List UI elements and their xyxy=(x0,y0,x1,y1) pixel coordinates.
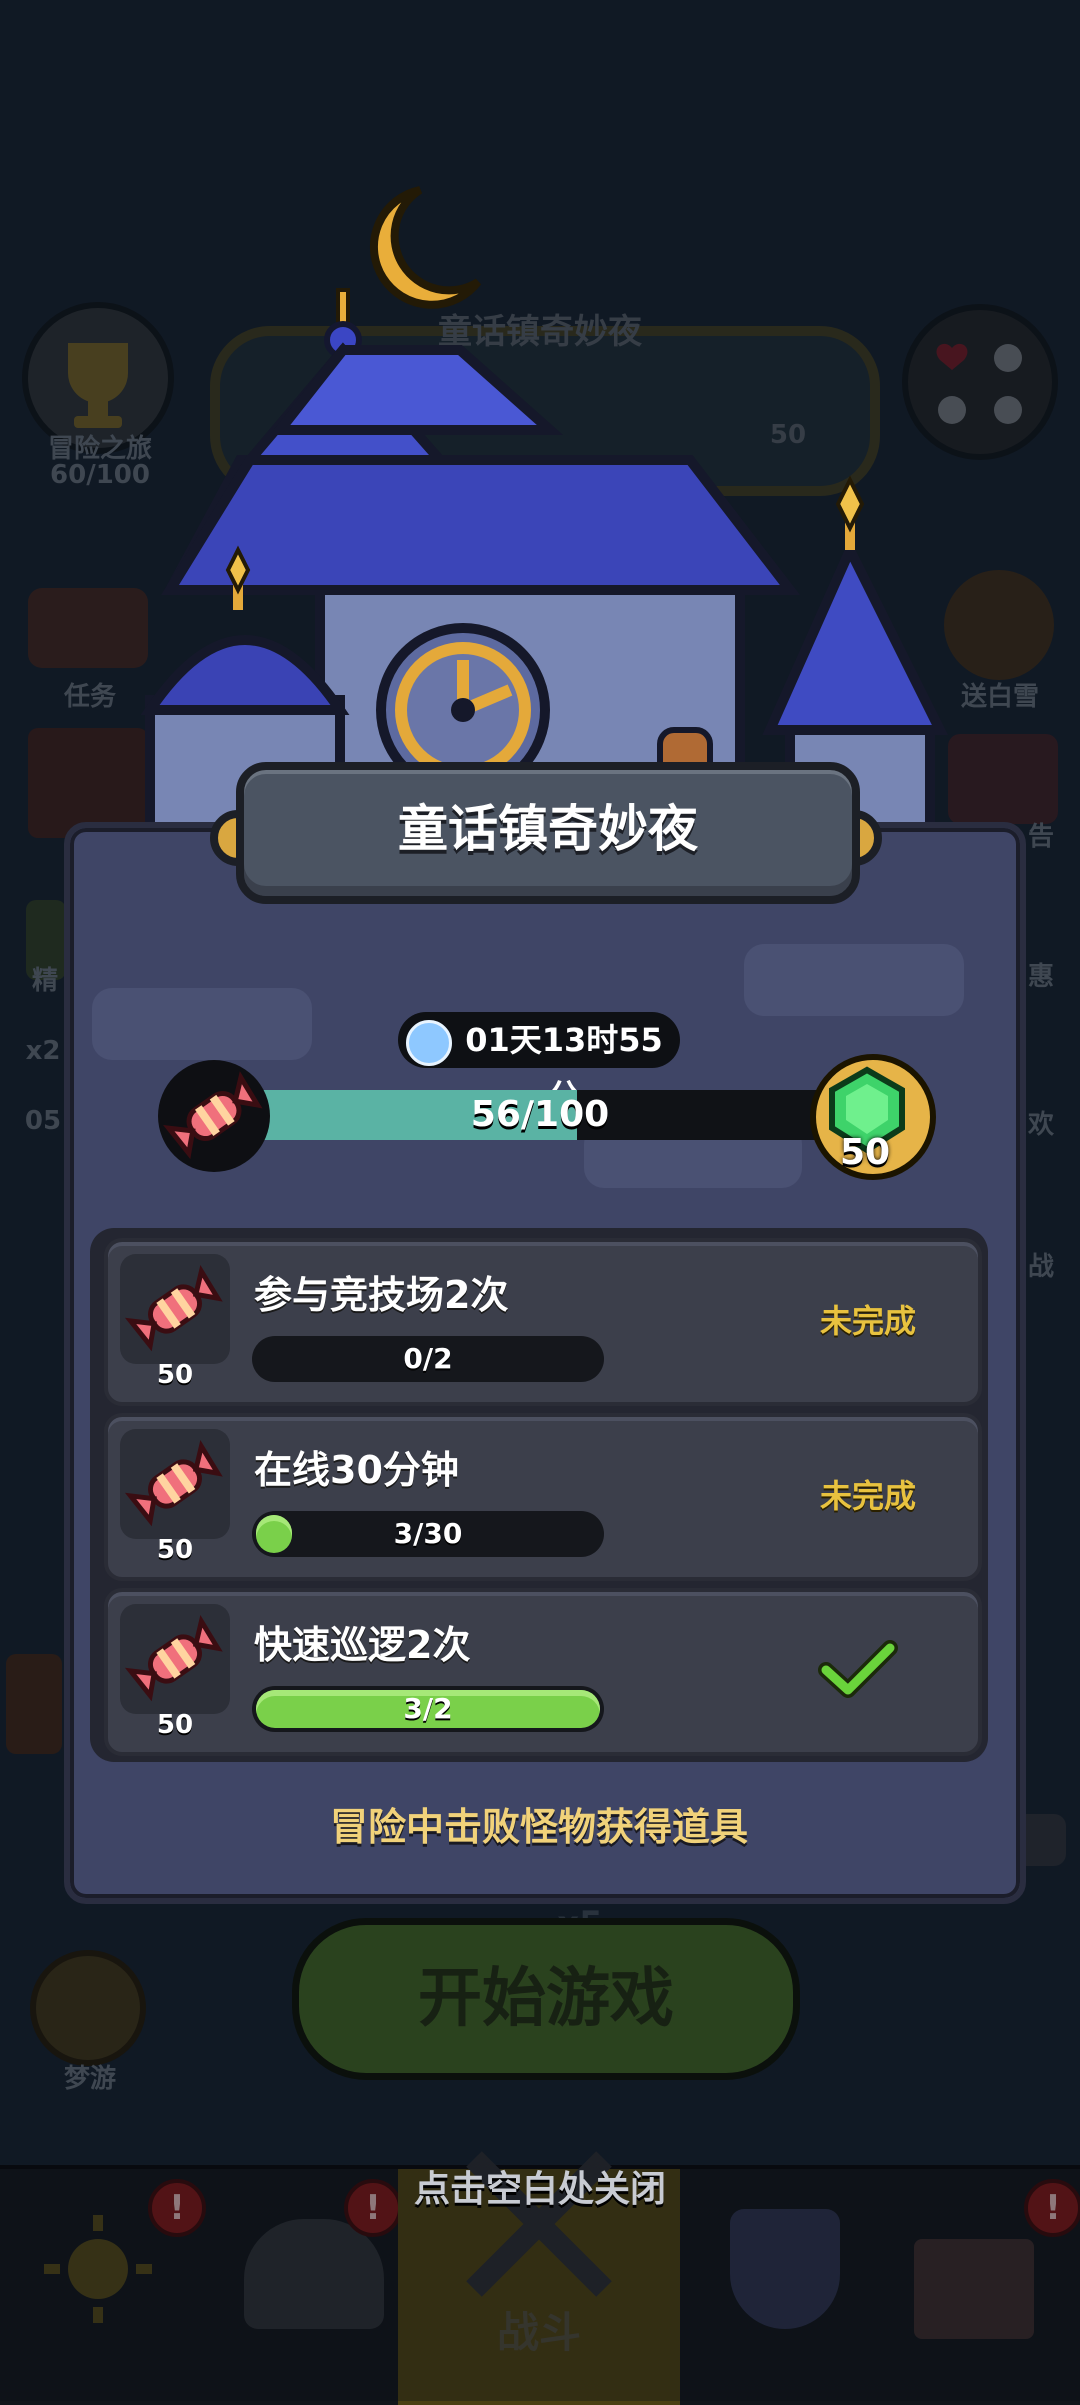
task-progress-label: 0/2 xyxy=(403,1342,453,1375)
task-reward-count: 50 xyxy=(156,1360,194,1390)
task-list: 50 参与竞技场2次 0/2 未完成 50 在线30分钟 3/30 未完成 50… xyxy=(90,1228,988,1762)
clock-icon xyxy=(406,1020,452,1066)
castle-illustration xyxy=(140,186,949,830)
task-progress-bar: 3/2 xyxy=(252,1686,604,1732)
emerald-reward-count: 50 xyxy=(839,1132,891,1173)
candy-icon xyxy=(124,1614,223,1702)
timer-text: 01天13时55分 xyxy=(465,1021,663,1115)
panel-cloud-left xyxy=(92,988,312,1060)
tap-to-close-hint: 点击空白处关闭 xyxy=(413,2169,666,2210)
task-title: 在线30分钟 xyxy=(254,1448,459,1492)
modal-title: 童话镇奇妙夜 xyxy=(398,800,698,858)
modal-title-plate: 童话镇奇妙夜 xyxy=(236,762,860,904)
drop-hint: 冒险中击败怪物获得道具 xyxy=(329,1805,748,1849)
panel-cloud-right xyxy=(744,944,964,1016)
task-row: 50 快速巡逻2次 3/2 xyxy=(104,1588,982,1756)
task-progress-label: 3/2 xyxy=(403,1692,453,1725)
task-reward-count: 50 xyxy=(156,1535,194,1565)
candy-token-icon xyxy=(158,1060,270,1172)
task-title: 参与竞技场2次 xyxy=(254,1273,509,1317)
moon-icon xyxy=(369,186,482,309)
task-row: 50 参与竞技场2次 0/2 未完成 xyxy=(104,1238,982,1406)
candy-icon xyxy=(124,1264,223,1352)
task-title: 快速巡逻2次 xyxy=(254,1623,471,1667)
task-row: 50 在线30分钟 3/30 未完成 xyxy=(104,1413,982,1581)
task-progress-bar: 0/2 xyxy=(252,1336,604,1382)
event-progress-label: 56/100 xyxy=(470,1094,610,1135)
task-reward-box xyxy=(120,1429,230,1539)
task-reward-count: 50 xyxy=(156,1710,194,1740)
task-status[interactable]: 未完成 xyxy=(788,1296,948,1342)
checkmark-icon xyxy=(818,1640,898,1698)
task-progress-label: 3/30 xyxy=(393,1517,463,1550)
event-timer: 01天13时55分 xyxy=(398,1012,680,1115)
task-progress-bar: 3/30 xyxy=(252,1511,604,1557)
candy-icon xyxy=(124,1439,223,1527)
task-status[interactable]: 未完成 xyxy=(788,1471,948,1517)
task-reward-box xyxy=(120,1254,230,1364)
event-progress-bar: 56/100 xyxy=(230,1090,850,1140)
task-reward-box xyxy=(120,1604,230,1714)
